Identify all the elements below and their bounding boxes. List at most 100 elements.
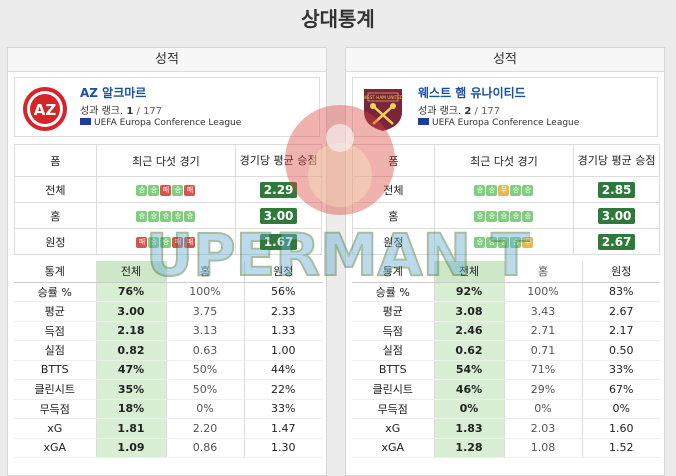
stats-row: 클린시트 35% 50% 22% xyxy=(14,379,322,400)
form-result-w-icon[interactable]: 승 xyxy=(486,210,498,222)
stats-cell-all: 46% xyxy=(433,379,504,400)
form-result-w-icon[interactable]: 승 xyxy=(510,184,522,196)
form-row: 전체 승승패승패 2.29 xyxy=(14,176,322,203)
form-result-w-icon[interactable]: 승 xyxy=(136,184,148,196)
form-result-w-icon[interactable]: 승 xyxy=(172,210,184,222)
stats-cell-all: 1.81 xyxy=(95,418,166,439)
stats-cell-home: 50% xyxy=(165,360,244,380)
stats-header-3: 원정 xyxy=(581,261,660,283)
form-row: 전체 승승무승승 2.85 xyxy=(352,176,660,203)
form-result-w-icon[interactable]: 승 xyxy=(172,184,184,196)
stats-cell-all: 92% xyxy=(433,282,504,302)
form-result-w-icon[interactable]: 승 xyxy=(522,184,534,196)
team-name-link[interactable]: 웨스트 햄 유나이티드 xyxy=(418,84,526,101)
avg-points-badge: 3.00 xyxy=(597,207,636,224)
form-result-w-icon[interactable]: 승 xyxy=(148,236,160,248)
team-league: UEFA Europa Conference League xyxy=(418,118,579,128)
form-row-label: 전체 xyxy=(352,176,435,203)
az-alkmaar-logo-icon: AZ xyxy=(23,87,67,131)
stats-cell-label: 승률 % xyxy=(352,282,434,302)
stats-cell-home: 1.08 xyxy=(503,438,582,458)
form-result-l-icon[interactable]: 패 xyxy=(184,236,196,248)
stats-row: xGA 1.28 1.08 1.52 xyxy=(352,438,660,458)
stats-cell-all: 0.62 xyxy=(433,340,504,361)
logo-text: WEST HAM UNITED xyxy=(363,95,403,100)
form-result-w-icon[interactable]: 승 xyxy=(486,236,498,248)
stats-cell-away: 22% xyxy=(243,379,322,400)
stats-row: 실점 0.82 0.63 1.00 xyxy=(14,340,322,361)
form-result-w-icon[interactable]: 승 xyxy=(148,210,160,222)
form-result-d-icon[interactable]: 무 xyxy=(498,184,510,196)
stats-cell-all: 35% xyxy=(95,379,166,400)
form-result-w-icon[interactable]: 승 xyxy=(184,210,196,222)
stats-cell-away: 33% xyxy=(243,399,322,419)
stats-cell-all: 0.82 xyxy=(95,340,166,361)
stats-cell-home: 0.86 xyxy=(165,438,244,458)
stats-cell-away: 1.33 xyxy=(243,321,322,341)
form-result-w-icon[interactable]: 승 xyxy=(474,236,486,248)
stats-cell-label: xG xyxy=(14,418,96,439)
stats-header-0: 통계 xyxy=(14,261,96,283)
rank-value: 2 xyxy=(464,106,472,117)
form-avg: 2.67 xyxy=(573,228,660,255)
form-result-w-icon[interactable]: 승 xyxy=(510,236,522,248)
team-panel-home: 성적 AZ AZ 알크마르 성과 랭크. 1 / 177 UEFA Europa… xyxy=(7,47,327,476)
form-result-w-icon[interactable]: 승 xyxy=(136,210,148,222)
form-row-label: 원정 xyxy=(14,228,97,255)
form-result-w-icon[interactable]: 승 xyxy=(510,210,522,222)
form-row-label: 홈 xyxy=(14,202,97,229)
stats-cell-home: 3.13 xyxy=(165,321,244,341)
team-name-link[interactable]: AZ 알크마르 xyxy=(80,84,146,101)
form-result-l-icon[interactable]: 패 xyxy=(136,236,148,248)
stats-row: 득점 2.18 3.13 1.33 xyxy=(14,321,322,341)
form-avg: 3.00 xyxy=(573,202,660,229)
stats-row: 클린시트 46% 29% 67% xyxy=(352,379,660,400)
stats-table: 통계 전체 홈 원정 승률 % 92% 100% 83% 평균 3.08 3.43 2.67 득점 2.4… xyxy=(352,261,660,458)
form-table: 폼 최근 다섯 경기 경기당 평균 승점 전체 승승패승패 2.29 홈 승승승… xyxy=(14,144,322,255)
form-result-l-icon[interactable]: 패 xyxy=(184,184,196,196)
form-result-w-icon[interactable]: 승 xyxy=(498,236,510,248)
form-result-w-icon[interactable]: 승 xyxy=(160,236,172,248)
stats-cell-home: 3.75 xyxy=(165,301,244,322)
stats-cell-label: xGA xyxy=(14,438,96,458)
stats-cell-home: 0.63 xyxy=(165,340,244,361)
rank-total: / 177 xyxy=(136,106,163,117)
stats-row: 무득점 0% 0% 0% xyxy=(352,399,660,419)
stats-cell-away: 1.60 xyxy=(581,418,660,439)
form-result-w-icon[interactable]: 승 xyxy=(522,210,534,222)
stats-cell-label: 승률 % xyxy=(14,282,96,302)
stats-cell-label: 무득점 xyxy=(352,399,434,419)
form-result-d-icon[interactable]: 무 xyxy=(522,236,534,248)
form-result-w-icon[interactable]: 승 xyxy=(486,184,498,196)
form-result-w-icon[interactable]: 승 xyxy=(160,210,172,222)
form-result-w-icon[interactable]: 승 xyxy=(148,184,160,196)
form-result-w-icon[interactable]: 승 xyxy=(498,210,510,222)
stats-row: BTTS 47% 50% 44% xyxy=(14,360,322,380)
form-result-l-icon[interactable]: 패 xyxy=(172,236,184,248)
form-results: 승승승승무 xyxy=(433,228,575,255)
form-result-w-icon[interactable]: 승 xyxy=(474,184,486,196)
stats-cell-away: 1.47 xyxy=(243,418,322,439)
stats-cell-away: 67% xyxy=(581,379,660,400)
team-info-card: WEST HAM UNITED 웨스트 햄 유나이티드 성과 랭크. 2 / 1… xyxy=(352,77,658,137)
stats-cell-all: 54% xyxy=(433,360,504,380)
stats-cell-all: 3.00 xyxy=(95,301,166,322)
team-panel-away: 성적 WEST HAM UNITED 웨스트 햄 유나이티드 성과 랭크. 2 … xyxy=(345,47,665,476)
form-result-w-icon[interactable]: 승 xyxy=(474,210,486,222)
stats-cell-label: xG xyxy=(352,418,434,439)
logo-text: AZ xyxy=(34,101,57,119)
stats-table: 통계 전체 홈 원정 승률 % 76% 100% 56% 평균 3.00 3.75 2.33 득점 2.1… xyxy=(14,261,322,458)
league-name: UEFA Europa Conference League xyxy=(94,118,242,128)
form-avg: 1.67 xyxy=(235,228,322,255)
form-row-label: 원정 xyxy=(352,228,435,255)
stats-cell-away: 0.50 xyxy=(581,340,660,361)
stats-cell-away: 44% xyxy=(243,360,322,380)
stats-row: 승률 % 92% 100% 83% xyxy=(352,282,660,302)
form-results: 승승승승승 xyxy=(95,202,237,229)
stats-row: xG 1.81 2.20 1.47 xyxy=(14,418,322,439)
form-result-l-icon[interactable]: 패 xyxy=(160,184,172,196)
form-header-label: 폼 xyxy=(14,144,97,177)
avg-points-badge: 2.85 xyxy=(597,181,636,198)
form-row: 홈 승승승승승 3.00 xyxy=(14,202,322,229)
form-header-games: 최근 다섯 경기 xyxy=(95,144,237,177)
